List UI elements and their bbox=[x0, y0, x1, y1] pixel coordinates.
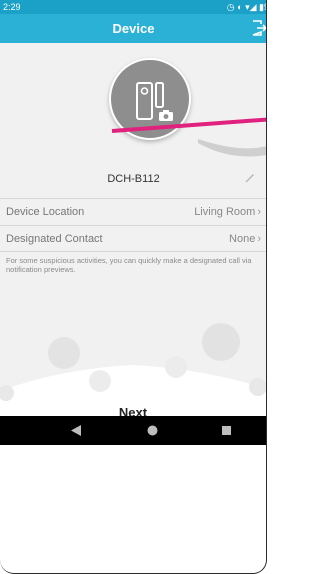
status-time: 2:29 bbox=[3, 2, 21, 12]
device-name: DCH-B112 bbox=[107, 173, 160, 185]
row-value: Living Room bbox=[194, 206, 256, 218]
home-icon[interactable] bbox=[147, 425, 158, 436]
row-value-wrap: None › bbox=[229, 233, 261, 245]
row-value-wrap: Living Room › bbox=[194, 206, 261, 218]
device-photo[interactable] bbox=[109, 58, 191, 140]
exit-icon[interactable] bbox=[250, 19, 267, 37]
status-icons: ◷ ◐ ▾◢ ▮97 bbox=[226, 2, 266, 12]
camera-icon[interactable] bbox=[159, 110, 173, 121]
row-value: None bbox=[229, 233, 256, 245]
app-header: Device bbox=[0, 14, 267, 43]
status-bar: 2:29 ◷ ◐ ▾◢ ▮97 bbox=[0, 0, 266, 14]
row-label: Device Location bbox=[6, 206, 85, 218]
back-icon[interactable] bbox=[71, 425, 81, 436]
designated-contact-row[interactable]: Designated Contact None › bbox=[0, 225, 266, 252]
contact-hint: For some suspicious activities, you can … bbox=[6, 256, 252, 274]
device-content: DCH-B112 Device Location Living Room › De… bbox=[0, 43, 266, 454]
row-label: Designated Contact bbox=[6, 233, 103, 245]
chevron-right-icon: › bbox=[257, 206, 261, 218]
phone-frame: 2:29 ◷ ◐ ▾◢ ▮97 Device bbox=[0, 0, 274, 574]
device-photo-circle bbox=[109, 58, 191, 140]
sensor-icon bbox=[136, 82, 164, 120]
pencil-icon[interactable] bbox=[243, 170, 257, 184]
device-location-row[interactable]: Device Location Living Room › bbox=[0, 198, 266, 225]
chevron-right-icon: › bbox=[257, 233, 261, 245]
page-title: Device bbox=[112, 21, 155, 36]
app-screen: 2:29 ◷ ◐ ▾◢ ▮97 Device bbox=[0, 0, 267, 574]
recent-apps-icon[interactable] bbox=[222, 426, 231, 435]
android-nav-bar bbox=[0, 416, 266, 445]
settings-list: Device Location Living Room › Designated … bbox=[0, 198, 266, 252]
